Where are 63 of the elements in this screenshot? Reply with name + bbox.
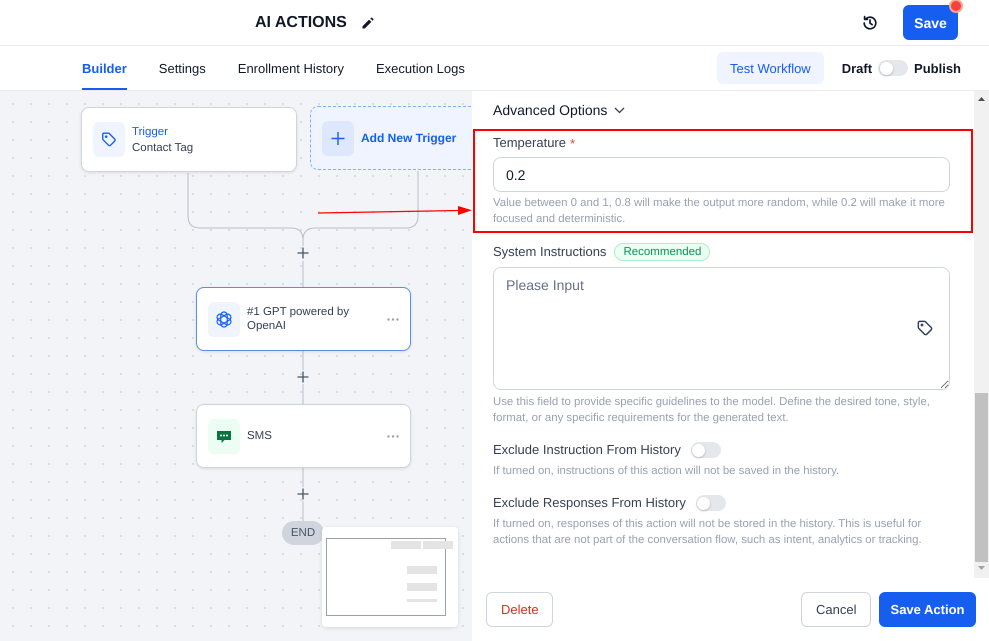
toggle-switch[interactable] bbox=[690, 442, 721, 458]
save-button[interactable]: Save bbox=[903, 5, 958, 40]
plus-icon[interactable] bbox=[297, 247, 309, 259]
connector-line bbox=[302, 500, 304, 522]
tag-icon bbox=[93, 122, 125, 157]
add-trigger-button[interactable]: Add New Trigger bbox=[310, 106, 472, 170]
field-label: Exclude Responses From History bbox=[493, 494, 686, 512]
help-text: If turned on, instructions of this action will not be saved in the history. bbox=[493, 464, 840, 479]
connector-line bbox=[302, 468, 304, 488]
connector-line bbox=[302, 384, 304, 404]
temperature-field[interactable]: 0.2 bbox=[493, 157, 950, 192]
delete-button[interactable]: Delete bbox=[486, 592, 553, 627]
help-text: Use this field to provide specific guidelines to the model. Define the desired tone, style, format, or any specific requirements for the generated text. bbox=[493, 395, 931, 426]
workflow-title: AI ACTIONS bbox=[255, 14, 347, 32]
field-label: Exclude Instruction From History bbox=[493, 441, 681, 459]
system-instructions-field[interactable]: Please Input bbox=[493, 267, 950, 390]
publish-label: Publish bbox=[914, 60, 961, 76]
recommended-badge: Recommended bbox=[614, 242, 710, 260]
field-label: Temperature bbox=[493, 134, 566, 152]
tag-icon[interactable] bbox=[917, 320, 933, 336]
draft-label: Draft bbox=[842, 60, 872, 76]
minimap-node bbox=[391, 541, 421, 549]
history-icon[interactable] bbox=[862, 14, 878, 30]
minimap[interactable] bbox=[322, 527, 458, 627]
tab[interactable]: Settings bbox=[158, 46, 206, 90]
help-text: Value between 0 and 1, 0.8 will make the output more random, while 0.2 will make it more focused and deterministic. bbox=[493, 196, 946, 227]
tab[interactable]: Enrollment History bbox=[238, 46, 344, 90]
pencil-icon[interactable] bbox=[362, 16, 374, 28]
tab[interactable]: Execution Logs bbox=[376, 46, 465, 90]
more-icon[interactable] bbox=[387, 434, 399, 438]
plus-icon[interactable] bbox=[297, 488, 309, 500]
more-icon[interactable] bbox=[387, 318, 399, 320]
help-text: If turned on, responses of this action will not be stored in the history. This is useful for actions that are not part of the conversation flow, such as intent, analytics or tracking. bbox=[493, 517, 923, 548]
advanced-options-toggle[interactable]: Advanced Options bbox=[493, 100, 626, 120]
knot-icon bbox=[208, 302, 240, 336]
node-title: SMS bbox=[247, 429, 273, 443]
end-node: END bbox=[282, 521, 324, 545]
minimap-node bbox=[423, 541, 453, 549]
minimap-viewport[interactable] bbox=[326, 538, 446, 616]
node-title: Trigger bbox=[132, 124, 169, 138]
action-node[interactable]: #1 GPT powered by OpenAI bbox=[196, 287, 411, 351]
cancel-button[interactable]: Cancel bbox=[801, 592, 871, 627]
node-subtitle: Contact Tag bbox=[132, 140, 194, 154]
action-node[interactable]: SMS bbox=[196, 404, 411, 468]
minimap-node bbox=[407, 583, 437, 591]
chat-bubble-icon bbox=[208, 418, 240, 454]
toggle-switch[interactable] bbox=[696, 495, 726, 511]
node-title: #1 GPT powered by OpenAI bbox=[247, 305, 350, 333]
scrollbar-thumb[interactable] bbox=[975, 393, 988, 562]
scrollbar[interactable] bbox=[974, 91, 989, 578]
scroll-down-icon[interactable] bbox=[978, 566, 985, 570]
connector-line bbox=[302, 350, 304, 370]
minimap-node bbox=[407, 566, 437, 574]
publish-toggle[interactable] bbox=[878, 60, 908, 76]
test-workflow-button[interactable]: Test Workflow bbox=[717, 52, 824, 84]
required-mark: * bbox=[570, 136, 576, 150]
connector-line bbox=[302, 260, 304, 288]
trigger-node[interactable]: Trigger Contact Tag bbox=[81, 107, 297, 172]
plus-icon[interactable] bbox=[297, 371, 309, 383]
plus-icon bbox=[322, 120, 354, 156]
scroll-up-icon[interactable] bbox=[978, 97, 985, 101]
field-label: System Instructions bbox=[493, 242, 606, 260]
save-action-button[interactable]: Save Action bbox=[879, 592, 976, 627]
